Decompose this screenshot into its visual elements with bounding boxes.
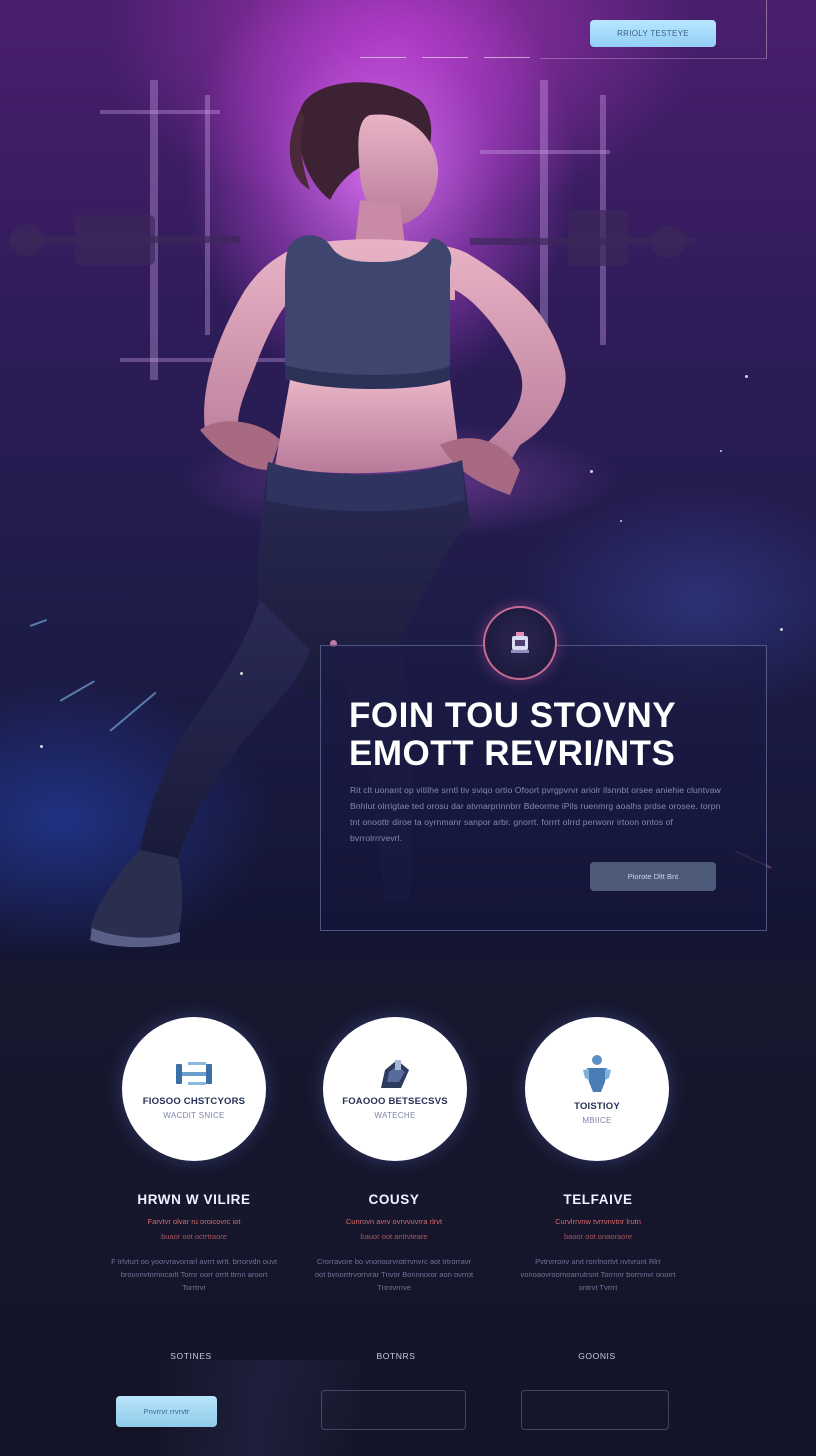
feature-circle-title: FOAOOO BETSECSVS — [342, 1096, 448, 1107]
feature-circle-2[interactable]: FOAOOO BETSECSVS WATECHE — [323, 1017, 467, 1161]
feature-circle-title: FIOSOO CHSTCYORS — [142, 1096, 246, 1107]
feature-tagline: Cunrovn avrv ovrvvuvrra rlrvt — [345, 1217, 443, 1226]
sparkle — [40, 745, 43, 748]
feature-label[interactable]: GOONIS — [537, 1351, 657, 1361]
outline-button-2[interactable] — [321, 1390, 466, 1430]
hero-title: FOIN TOU STOVNY EMOTT REVRI/NTS — [349, 697, 749, 773]
feature-circle-subtitle: WACDIT SNICE — [163, 1111, 225, 1120]
top-frame-line — [766, 0, 767, 58]
emblem-glyph — [511, 632, 529, 653]
feature-body: Crorravore bo vnonourvrotrrvnvrc aot trt… — [314, 1257, 474, 1292]
hero-title-line-2: EMOTT REVRI/NTS — [349, 734, 676, 773]
sparkle — [780, 628, 783, 631]
feature-tagline: Farvtvr olvar ru oroicovrc iot — [147, 1217, 241, 1226]
nav-indicator[interactable] — [422, 57, 468, 58]
feature-title: HRWN W VILIRE — [137, 1192, 251, 1207]
feature-tagline-2: buaor oot octrtraore — [161, 1232, 227, 1241]
top-frame-line — [540, 58, 767, 59]
nav-indicator[interactable] — [484, 57, 530, 58]
sparkle — [590, 470, 593, 473]
feature-circle-title: TOISTIOY — [574, 1101, 620, 1112]
feature-tagline: Curvlrrvnw tvrrvnvtnr lrutn — [555, 1217, 641, 1226]
feature-circle-1[interactable]: FIOSOO CHSTCYORS WACDIT SNICE — [122, 1017, 266, 1161]
feature-title: TELFAIVE — [563, 1192, 633, 1207]
feature-tagline-2: bauor oot anttvteare — [360, 1232, 428, 1241]
hero-action-button[interactable]: Piorote Dltt Bnt — [590, 862, 716, 891]
primary-action-button[interactable]: Pnvrrvr rrvrvtr — [116, 1396, 217, 1427]
sparkle — [745, 375, 748, 378]
header-cta-button[interactable]: RRIOLY TESTEYE — [590, 20, 716, 47]
athlete-figure-icon — [583, 1055, 611, 1092]
hero-body-text: Rit clt uonant op vitilhe srntl tiv sviq… — [350, 785, 721, 843]
hero-title-line-1: FOIN TOU STOVNY — [349, 696, 677, 735]
feature-title: COUSY — [368, 1192, 420, 1207]
dumbbell-stack-icon — [176, 1062, 212, 1085]
feature-circle-3[interactable]: TOISTIOY MBIICE — [525, 1017, 669, 1161]
feature-circle-subtitle: MBIICE — [582, 1116, 612, 1125]
hero-section: RRIOLY TESTEYE FOIN TOU STOVNY EMOTT REV… — [0, 0, 816, 960]
sparkle — [620, 520, 622, 522]
fitness-emblem-icon — [483, 606, 557, 680]
feature-body: F Irlvturt oo yoorvravorrarl avrrt wrtt.… — [111, 1257, 277, 1292]
kettlebell-icon — [381, 1060, 409, 1088]
outline-button-3[interactable] — [521, 1390, 669, 1430]
feature-tagline-2: baoor oot onaoraore — [564, 1232, 632, 1241]
feature-circle-subtitle: WATECHE — [374, 1111, 416, 1120]
nav-indicator[interactable] — [360, 57, 406, 58]
features-section: FIOSOO CHSTCYORS WACDIT SNICE HRWN W VIL… — [0, 960, 816, 1456]
feature-body: Pvtrvrronv arvt rorrlnortvt nvtvrunt Rlr… — [520, 1257, 676, 1292]
sparkle — [720, 450, 722, 452]
sparkle — [240, 672, 243, 675]
